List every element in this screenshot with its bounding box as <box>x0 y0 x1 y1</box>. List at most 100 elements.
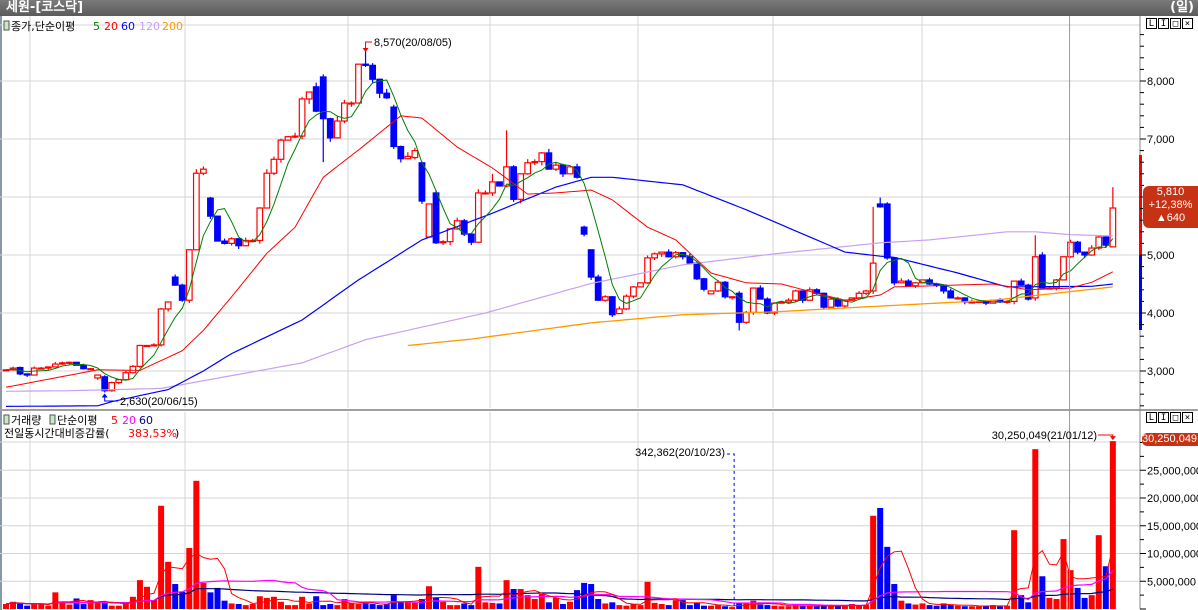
candle <box>178 284 186 301</box>
volume-ma-legend-label: 단순이평 <box>57 414 97 427</box>
volume-bar <box>595 599 602 609</box>
panel-split-button[interactable]: I <box>1158 18 1169 29</box>
vol-ma5-line <box>5 546 1114 607</box>
candle <box>728 296 736 299</box>
ma120-line <box>5 231 1113 392</box>
candle <box>573 166 581 178</box>
price-tick-label: 4,000 <box>1147 308 1175 320</box>
candle <box>333 120 341 139</box>
stock-chart[interactable]: 8,0007,0006,0005,0004,0003,00025,000,000… <box>0 0 1198 610</box>
candle <box>608 296 616 316</box>
current-price: 5,810 <box>1156 186 1185 198</box>
candle <box>122 372 130 381</box>
volume-bar <box>616 605 623 609</box>
volume-bar <box>292 605 299 609</box>
current-change-pct: +12,38% <box>1148 199 1193 211</box>
volume-bar <box>778 606 785 609</box>
volume-bar <box>623 605 630 609</box>
candle <box>876 203 884 208</box>
panel-maximize-button[interactable]: □ <box>1170 18 1181 29</box>
volume-bar <box>827 606 834 609</box>
arrow-down-icon <box>362 47 369 52</box>
candle <box>326 118 334 139</box>
volume-bar <box>31 604 38 609</box>
volume-bar <box>397 601 404 609</box>
legend-marker-icon[interactable] <box>3 414 10 425</box>
volume-bar <box>609 602 616 609</box>
candle <box>284 136 292 141</box>
candle <box>404 155 412 160</box>
candle <box>869 262 877 292</box>
volume-bar <box>59 602 66 609</box>
volume-bar <box>771 605 778 609</box>
candle <box>1081 251 1089 256</box>
volume-bar <box>221 600 228 609</box>
candle <box>348 102 355 105</box>
volume-bar <box>651 602 658 609</box>
candle <box>305 91 313 100</box>
candle <box>749 287 757 314</box>
volume-bar <box>249 604 256 609</box>
candle <box>496 181 503 187</box>
volume-bar <box>151 600 158 609</box>
volume-bar <box>158 505 165 609</box>
volume-bar <box>559 604 566 609</box>
volume-bar <box>242 605 249 609</box>
volume-bar <box>73 598 80 609</box>
candle <box>390 106 398 148</box>
volume-bar <box>482 602 489 609</box>
vol-ma20-label: 20 <box>122 414 136 427</box>
candle <box>1017 280 1025 286</box>
legend-marker-icon[interactable] <box>49 414 56 425</box>
panel-close-button[interactable]: × <box>1182 18 1193 29</box>
ma20-label: 20 <box>104 20 118 33</box>
candle <box>721 281 729 298</box>
candle <box>947 290 955 299</box>
volume-bar <box>475 566 482 609</box>
volume-bar <box>263 597 270 609</box>
panel-split-button[interactable]: I <box>1158 412 1169 423</box>
volume-bar <box>799 606 806 609</box>
volume-bar <box>1060 539 1067 609</box>
candle <box>291 135 299 138</box>
ratio-label: 전일동시간대비증감률( <box>4 426 110 440</box>
panel-maximize-button[interactable]: □ <box>1170 412 1181 423</box>
candle <box>185 249 193 301</box>
candle <box>601 296 609 301</box>
volume-bar <box>66 604 73 609</box>
price-legend-label: 종가,단순이평 <box>11 20 75 33</box>
legend-marker-icon[interactable] <box>3 20 10 31</box>
volume-bar <box>433 597 440 609</box>
candle <box>665 251 673 258</box>
volume-bar <box>926 605 933 609</box>
candle <box>700 278 708 290</box>
candle <box>207 197 214 217</box>
volume-bar <box>602 603 609 609</box>
panel-left-button[interactable]: L <box>1146 412 1157 423</box>
candle <box>129 365 137 374</box>
grid-lines <box>0 16 1198 609</box>
candle <box>221 240 228 245</box>
panel-left-button[interactable]: L <box>1146 18 1157 29</box>
price-range-up-bar <box>1139 155 1142 255</box>
candle <box>954 297 962 300</box>
candle <box>890 257 898 284</box>
candle <box>1067 241 1074 258</box>
volume-bar <box>898 600 905 609</box>
candle <box>827 298 835 308</box>
price-panel-buttons: L I □ × <box>1146 18 1193 29</box>
volume-bar <box>975 606 982 609</box>
candle <box>904 280 912 287</box>
candle <box>200 168 207 174</box>
panel-close-button[interactable]: × <box>1182 412 1193 423</box>
candle <box>425 203 433 238</box>
volume-bar <box>207 592 214 609</box>
candle <box>538 152 546 163</box>
volume-bar <box>94 602 101 609</box>
candle <box>418 162 426 202</box>
volume-panel <box>3 441 1116 609</box>
volume-bar <box>870 515 877 609</box>
volume-panel-buttons: L I □ × <box>1146 412 1193 423</box>
candle <box>897 280 905 284</box>
volume-bar <box>905 603 912 609</box>
